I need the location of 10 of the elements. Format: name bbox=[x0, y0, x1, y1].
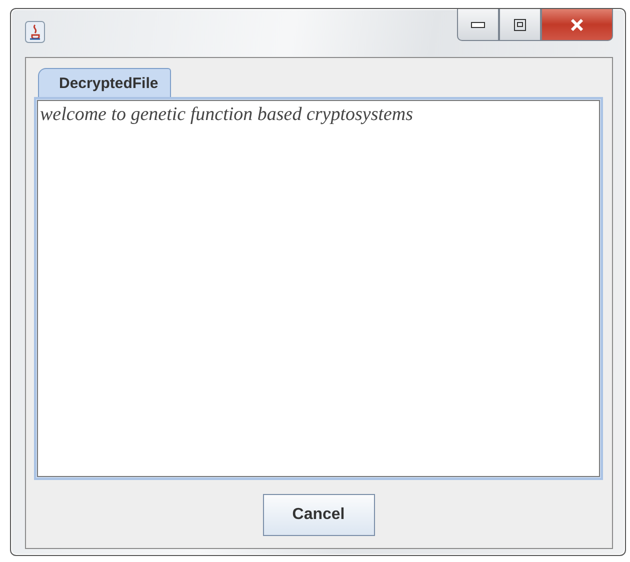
cancel-button[interactable]: Cancel bbox=[262, 494, 374, 536]
minimize-icon bbox=[471, 22, 485, 28]
close-icon bbox=[570, 18, 584, 30]
text-area[interactable]: welcome to genetic function based cryptosystems bbox=[37, 100, 600, 477]
close-button[interactable] bbox=[541, 9, 613, 41]
maximize-button[interactable] bbox=[499, 9, 541, 41]
maximize-icon bbox=[514, 18, 526, 30]
coffee-cup-icon bbox=[25, 21, 45, 43]
minimize-button[interactable] bbox=[457, 9, 499, 41]
tab[interactable]: DecryptedFile bbox=[38, 68, 172, 97]
